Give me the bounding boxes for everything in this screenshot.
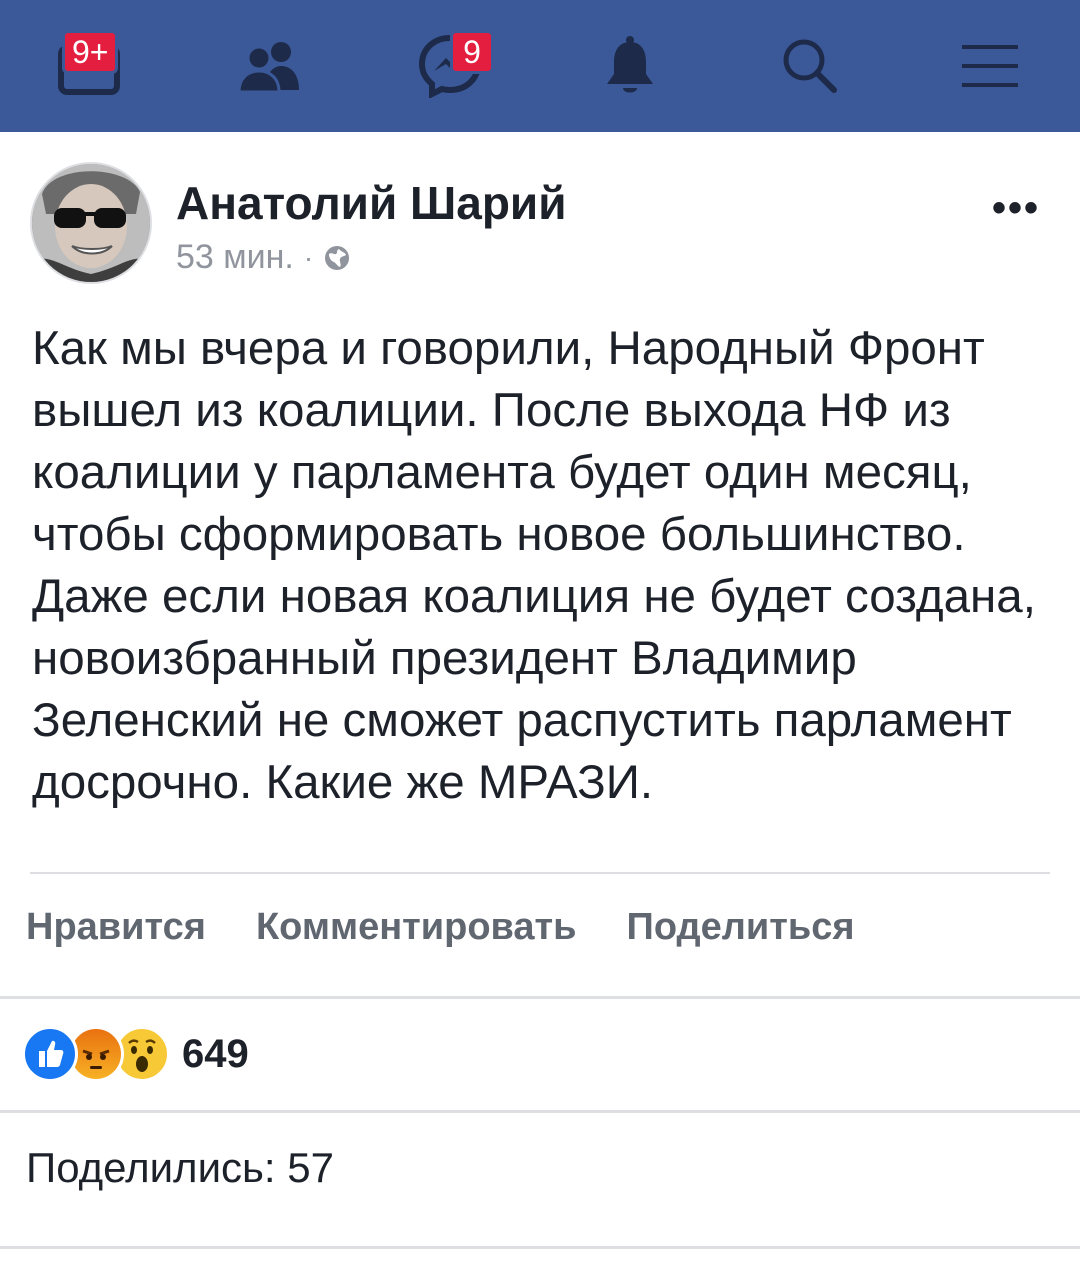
search-button[interactable] — [760, 16, 860, 116]
avatar-image — [32, 164, 150, 282]
divider — [0, 996, 1080, 999]
meta-separator: · — [303, 241, 314, 273]
comment-button[interactable]: Комментировать — [256, 906, 577, 949]
like-reaction-icon — [22, 1026, 78, 1082]
friends-icon — [237, 42, 299, 94]
like-button[interactable]: Нравится — [26, 906, 206, 949]
news-feed-badge: 9+ — [62, 30, 119, 74]
reaction-icons — [22, 1026, 172, 1082]
reaction-count: 649 — [182, 1031, 249, 1076]
search-icon — [783, 39, 837, 93]
news-feed-button[interactable]: 9+ — [40, 16, 140, 116]
post-body-text: Как мы вчера и говорили, Народный Фронт … — [32, 322, 1036, 809]
reactions-summary[interactable]: 649 — [22, 1026, 249, 1082]
menu-icon — [962, 45, 1018, 87]
share-button[interactable]: Поделиться — [627, 906, 855, 949]
notifications-button[interactable] — [580, 16, 680, 116]
post-meta: 53 мин. · — [176, 238, 351, 277]
divider — [0, 1110, 1080, 1113]
shares-count[interactable]: Поделились: 57 — [26, 1144, 334, 1192]
messenger-badge: 9 — [450, 30, 494, 74]
author-avatar[interactable] — [30, 162, 152, 284]
post-more-options-button[interactable]: ••• — [992, 186, 1040, 231]
divider — [30, 872, 1050, 874]
messenger-button[interactable]: 9 — [400, 16, 500, 116]
divider — [0, 1246, 1080, 1249]
post-header: Анатолий Шарий 53 мин. · ••• — [28, 160, 1052, 286]
author-name[interactable]: Анатолий Шарий — [176, 176, 566, 230]
top-navigation-bar: 9+ 9 — [0, 0, 1080, 132]
post-time[interactable]: 53 мин. — [176, 238, 294, 277]
menu-button[interactable] — [940, 16, 1040, 116]
friends-button[interactable] — [220, 16, 320, 116]
globe-icon — [325, 245, 350, 270]
bell-icon — [607, 36, 653, 93]
post-actions: Нравится Комментировать Поделиться — [26, 906, 905, 949]
